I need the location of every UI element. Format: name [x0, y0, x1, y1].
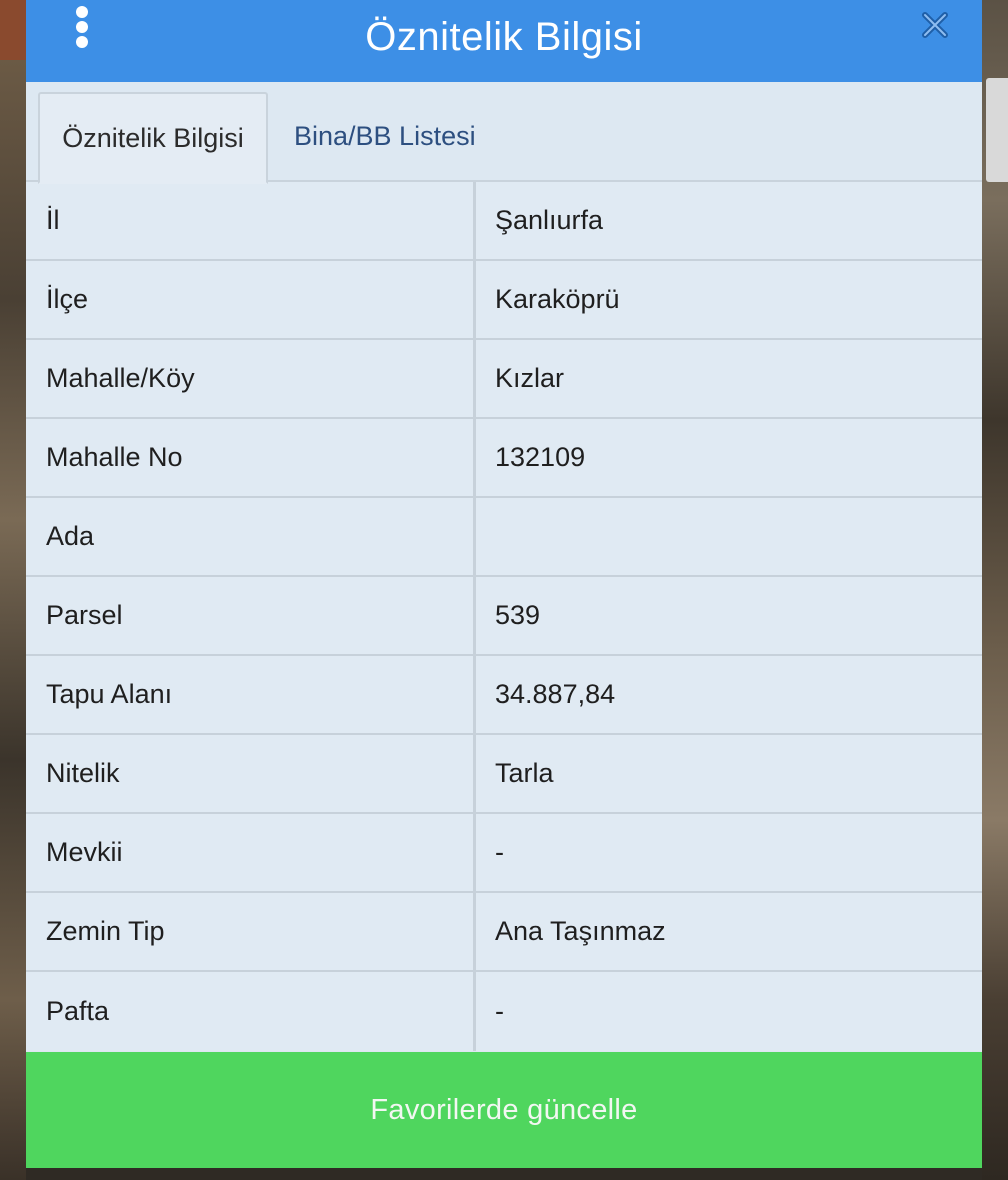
scrollbar-thumb[interactable] [986, 78, 1008, 182]
attribute-label: Mevkii [26, 814, 476, 891]
attribute-label: İlçe [26, 261, 476, 338]
table-row: Zemin Tip Ana Taşınmaz [26, 893, 982, 972]
attribute-value [476, 498, 982, 575]
attribute-label: Ada [26, 498, 476, 575]
attribute-table: İl Şanlıurfa İlçe Karaköprü Mahalle/Köy … [26, 182, 982, 1051]
attribute-label: Tapu Alanı [26, 656, 476, 733]
attribute-label: Nitelik [26, 735, 476, 812]
attribute-value: - [476, 972, 982, 1051]
attribute-value: 34.887,84 [476, 656, 982, 733]
tab-bar: Öznitelik Bilgisi Bina/BB Listesi [26, 82, 982, 184]
attribute-value: Şanlıurfa [476, 182, 982, 259]
tab-building-list[interactable]: Bina/BB Listesi [294, 90, 476, 182]
attribute-value: Kızlar [476, 340, 982, 417]
attribute-value: - [476, 814, 982, 891]
table-row: İlçe Karaköprü [26, 261, 982, 340]
table-row: Mevkii - [26, 814, 982, 893]
table-row: Mahalle/Köy Kızlar [26, 340, 982, 419]
attribute-label: Pafta [26, 972, 476, 1051]
dialog-header: Öznitelik Bilgisi [26, 0, 982, 82]
attribute-label: Mahalle/Köy [26, 340, 476, 417]
attribute-label: Mahalle No [26, 419, 476, 496]
update-favorites-button[interactable]: Favorilerde güncelle [26, 1052, 982, 1168]
table-row: Ada [26, 498, 982, 577]
attribute-label: Zemin Tip [26, 893, 476, 970]
dialog-title: Öznitelik Bilgisi [365, 14, 643, 59]
attribute-info-dialog: Öznitelik Bilgisi Öznitelik Bilgisi Bina… [26, 0, 982, 1168]
attribute-label: İl [26, 182, 476, 259]
attribute-value: 132109 [476, 419, 982, 496]
table-row: Parsel 539 [26, 577, 982, 656]
table-row: İl Şanlıurfa [26, 182, 982, 261]
attribute-value: Karaköprü [476, 261, 982, 338]
table-row: Tapu Alanı 34.887,84 [26, 656, 982, 735]
close-icon[interactable] [920, 10, 950, 40]
attribute-label: Parsel [26, 577, 476, 654]
vertical-dots-icon[interactable] [70, 6, 94, 48]
attribute-value: Tarla [476, 735, 982, 812]
tab-attribute-info[interactable]: Öznitelik Bilgisi [38, 92, 268, 184]
table-row: Pafta - [26, 972, 982, 1051]
table-row: Nitelik Tarla [26, 735, 982, 814]
attribute-value: Ana Taşınmaz [476, 893, 982, 970]
map-background-left [0, 0, 26, 1180]
table-row: Mahalle No 132109 [26, 419, 982, 498]
attribute-value: 539 [476, 577, 982, 654]
